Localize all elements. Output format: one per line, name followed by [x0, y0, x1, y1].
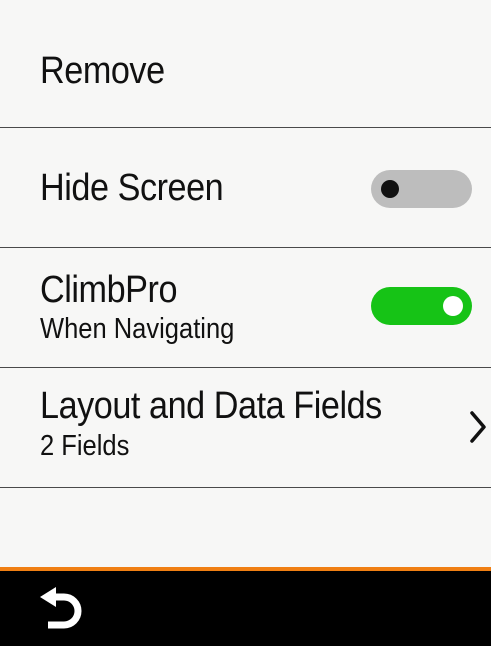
settings-screen: Remove Hide Screen ClimbPro When Navigat… [0, 0, 491, 646]
remove-row[interactable]: Remove [0, 0, 491, 128]
climbpro-sublabel: When Navigating [40, 313, 235, 345]
toggle-knob [381, 180, 399, 198]
climbpro-toggle[interactable] [371, 287, 472, 325]
hide-screen-label: Hide Screen [40, 167, 224, 209]
climbpro-row[interactable]: ClimbPro When Navigating [0, 248, 491, 368]
layout-label: Layout and Data Fields [40, 385, 382, 427]
climbpro-label: ClimbPro [40, 269, 178, 311]
layout-sublabel: 2 Fields [40, 430, 130, 462]
hide-screen-row[interactable]: Hide Screen [0, 128, 491, 248]
toggle-knob [443, 296, 463, 316]
remove-label: Remove [40, 50, 165, 92]
bottom-nav-bar [0, 567, 491, 646]
hide-screen-toggle[interactable] [371, 170, 472, 208]
layout-data-fields-row[interactable]: Layout and Data Fields 2 Fields [0, 368, 491, 488]
chevron-right-icon [470, 411, 486, 443]
back-arrow-icon[interactable] [38, 586, 92, 636]
